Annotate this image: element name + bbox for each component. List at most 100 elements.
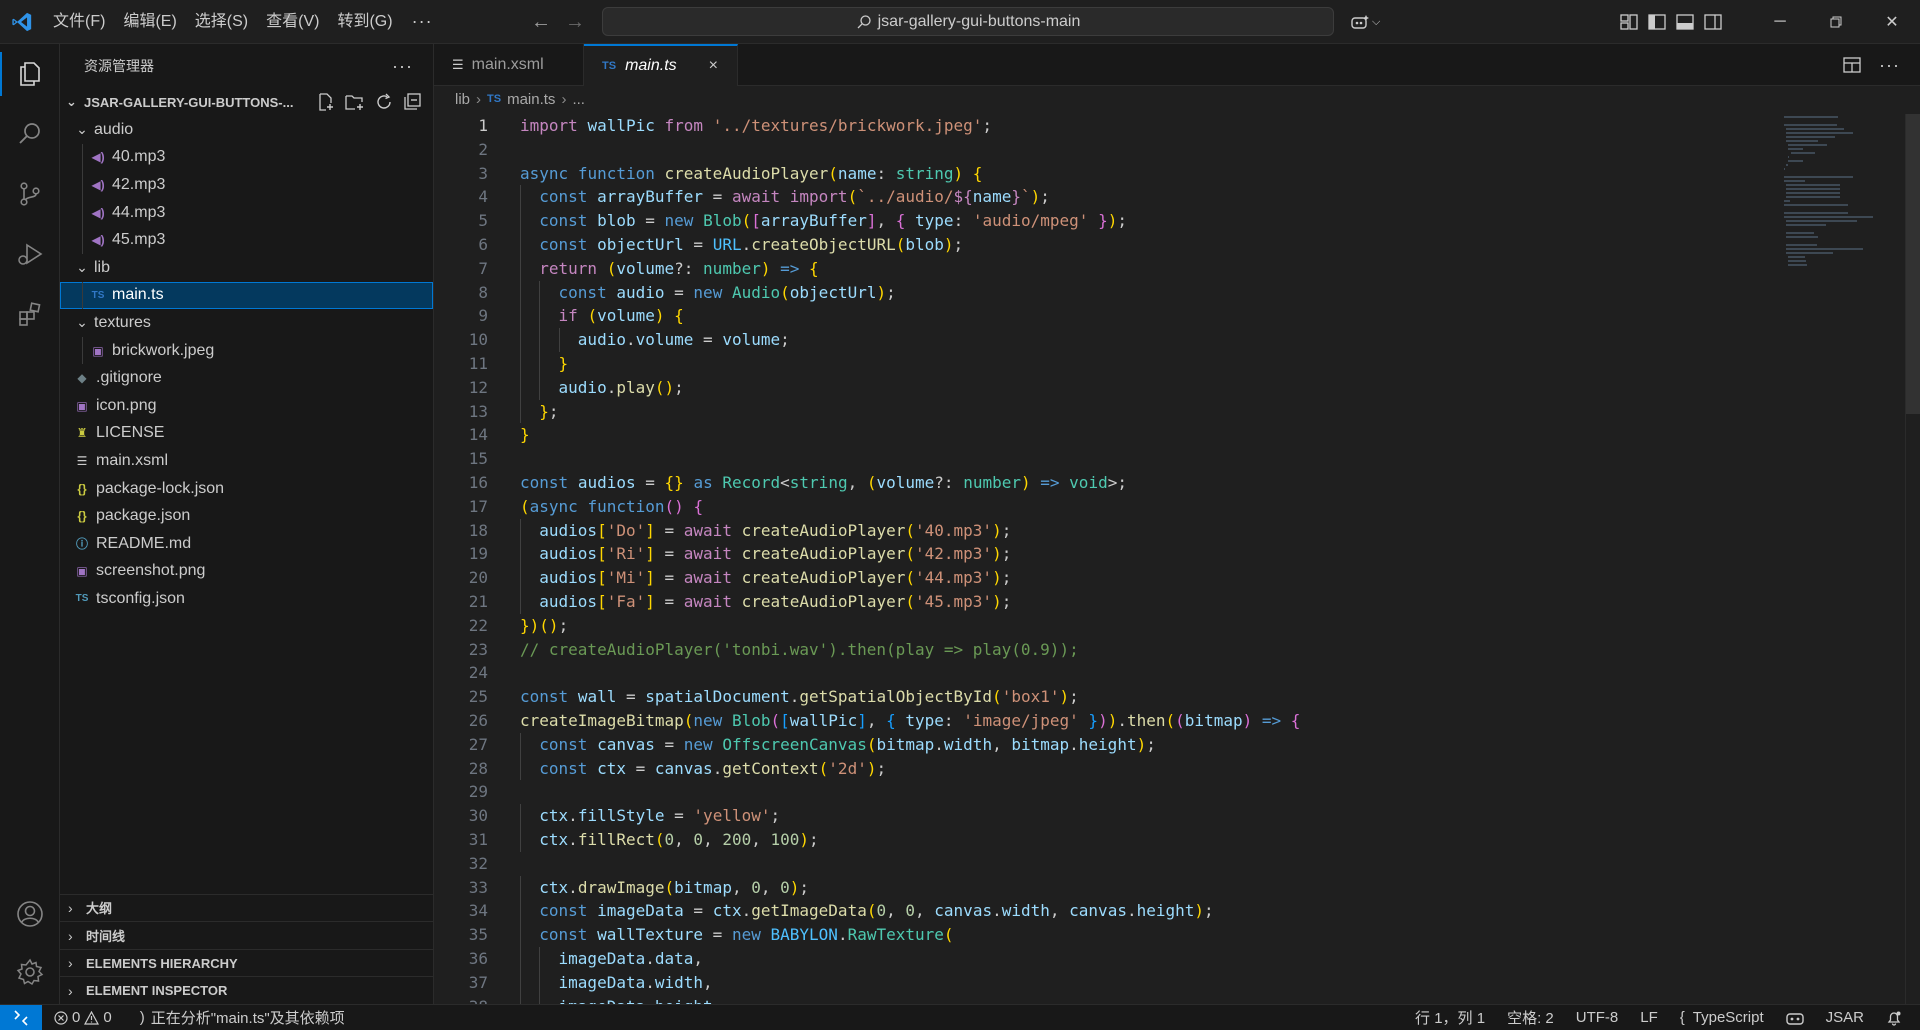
command-center-search[interactable]: jsar-gallery-gui-buttons-main: [602, 7, 1334, 36]
code-line[interactable]: 6 const objectUrl = URL.createObjectURL(…: [434, 233, 1774, 257]
toggle-primary-sidebar-icon[interactable]: [1648, 14, 1666, 30]
elements-hierarchy-section[interactable]: › ELEMENTS HIERARCHY: [60, 948, 434, 977]
explorer-view-button[interactable]: [0, 46, 60, 102]
copilot-button[interactable]: ⌵: [1350, 0, 1380, 44]
tree-file[interactable]: ◀) 44.mp3: [60, 198, 433, 227]
code-line[interactable]: 25 const wall = spatialDocument.getSpatia…: [434, 685, 1774, 709]
collapse-all-icon[interactable]: [403, 93, 421, 111]
accounts-button[interactable]: [0, 886, 60, 942]
tree-file[interactable]: ▣ screenshot.png: [60, 558, 433, 586]
indentation[interactable]: 空格: 2: [1507, 1007, 1554, 1028]
code-line[interactable]: 17 (async function() {: [434, 495, 1774, 519]
tree-folder[interactable]: ⌄ textures: [60, 309, 433, 337]
tree-folder[interactable]: ⌄ lib: [60, 254, 433, 282]
timeline-section[interactable]: › 时间线: [60, 921, 434, 949]
language-mode[interactable]: { TypeScript: [1680, 1009, 1764, 1026]
code-editor[interactable]: 1 import wallPic from '../textures/brickw…: [434, 114, 1920, 1004]
menu-more-button[interactable]: ···: [402, 11, 443, 32]
toggle-secondary-sidebar-icon[interactable]: [1704, 14, 1722, 30]
code-line[interactable]: 38 imageData.height,: [434, 994, 1774, 1004]
toggle-panel-icon[interactable]: [1676, 14, 1694, 30]
element-inspector-section[interactable]: › ELEMENT INSPECTOR: [60, 976, 434, 1004]
code-line[interactable]: 22})();: [434, 614, 1774, 638]
code-line[interactable]: 1 import wallPic from '../textures/brickw…: [434, 114, 1774, 138]
code-line[interactable]: 16 const audios = {} as Record<string, (v…: [434, 471, 1774, 495]
code-line[interactable]: 21 audios['Fa'] = await createAudioPlaye…: [434, 590, 1774, 614]
tree-file[interactable]: ☰ main.xsml: [60, 447, 433, 475]
tab-main-xsml[interactable]: ☰ main.xsml: [434, 44, 584, 86]
code-line[interactable]: 7 return (volume?: number) => {: [434, 256, 1774, 281]
code-line[interactable]: 27 const canvas = new OffscreenCanvas(bi…: [434, 732, 1774, 757]
forward-arrow-icon[interactable]: →: [564, 11, 586, 34]
breadcrumb-file[interactable]: main.ts: [507, 91, 555, 108]
tree-file[interactable]: ▣ icon.png: [60, 392, 433, 420]
code-line[interactable]: 13 };: [434, 399, 1774, 424]
run-debug-view-button[interactable]: [0, 226, 60, 282]
editor-more-button[interactable]: ···: [1879, 55, 1900, 76]
breadcrumb-symbol[interactable]: ...: [572, 91, 585, 108]
extensions-view-button[interactable]: [0, 286, 60, 342]
code-line[interactable]: 31 ctx.fillRect(0, 0, 200, 100);: [434, 828, 1774, 852]
manage-settings-button[interactable]: [0, 944, 60, 1000]
new-folder-icon[interactable]: [345, 93, 365, 111]
code-line[interactable]: 15: [434, 447, 1774, 471]
cursor-position[interactable]: 行 1，列 1: [1415, 1007, 1485, 1028]
code-line[interactable]: 35 const wallTexture = new BABYLON.RawTe…: [434, 923, 1774, 947]
code-line[interactable]: 33 ctx.drawImage(bitmap, 0, 0);: [434, 875, 1774, 900]
code-line[interactable]: 37 imageData.width,: [434, 970, 1774, 995]
notifications-bell-icon[interactable]: [1886, 1010, 1902, 1026]
code-line[interactable]: 26 createImageBitmap(new Blob([wallPic], …: [434, 709, 1774, 733]
code-line[interactable]: 28 const ctx = canvas.getContext('2d');: [434, 756, 1774, 781]
code-line[interactable]: 19 audios['Ri'] = await createAudioPlaye…: [434, 542, 1774, 567]
tree-file[interactable]: ◀) 45.mp3: [60, 226, 433, 254]
tree-file[interactable]: ◀) 40.mp3: [60, 143, 433, 172]
code-line[interactable]: 10 audio.volume = volume;: [434, 328, 1774, 352]
code-line[interactable]: 5 const blob = new Blob([arrayBuffer], {…: [434, 209, 1774, 233]
tree-file[interactable]: ♜ LICENSE: [60, 420, 433, 448]
tree-file[interactable]: ◀) 42.mp3: [60, 171, 433, 199]
close-tab-icon[interactable]: ×: [709, 57, 718, 75]
code-line[interactable]: 32: [434, 852, 1774, 876]
tab-main-ts[interactable]: TS main.ts ×: [584, 44, 738, 86]
tree-file[interactable]: TS tsconfig.json: [60, 585, 433, 613]
code-line[interactable]: 20 audios['Mi'] = await createAudioPlaye…: [434, 566, 1774, 590]
back-arrow-icon[interactable]: ←: [530, 11, 552, 34]
encoding[interactable]: UTF-8: [1576, 1009, 1619, 1026]
tree-folder[interactable]: ⌄ audio: [60, 116, 433, 144]
code-line[interactable]: 12 audio.play();: [434, 375, 1774, 400]
code-line[interactable]: 3 async function createAudioPlayer(name: …: [434, 162, 1774, 186]
tree-file[interactable]: {} package-lock.json: [60, 475, 433, 503]
code-line[interactable]: 30 ctx.fillStyle = 'yellow';: [434, 804, 1774, 828]
tree-file[interactable]: ⓘ README.md: [60, 530, 433, 558]
menu-edit[interactable]: 编辑(E): [114, 0, 185, 44]
menu-go[interactable]: 转到(G): [328, 0, 401, 44]
breadcrumb-folder[interactable]: lib: [455, 91, 470, 108]
code-line[interactable]: 23 // createAudioPlayer('tonbi.wav').then…: [434, 638, 1774, 662]
tree-file[interactable]: TS main.ts: [60, 281, 433, 310]
explorer-more-button[interactable]: ···: [392, 56, 413, 77]
menu-view[interactable]: 查看(V): [257, 0, 328, 44]
code-line[interactable]: 4 const arrayBuffer = await import(`../a…: [434, 185, 1774, 210]
remote-indicator[interactable]: [0, 1004, 42, 1030]
code-line[interactable]: 24: [434, 661, 1774, 685]
tree-file[interactable]: ◆ .gitignore: [60, 364, 433, 392]
copilot-status-icon[interactable]: [1785, 1010, 1804, 1026]
end-of-line[interactable]: LF: [1640, 1009, 1658, 1026]
tree-file[interactable]: {} package.json: [60, 502, 433, 530]
code-line[interactable]: 9 if (volume) {: [434, 304, 1774, 329]
source-control-view-button[interactable]: [0, 166, 60, 222]
search-view-button[interactable]: [0, 106, 60, 162]
customize-layout-icon[interactable]: [1620, 14, 1638, 30]
close-window-button[interactable]: ✕: [1864, 0, 1920, 44]
outline-section[interactable]: › 大纲: [60, 893, 434, 922]
tree-file[interactable]: ▣ brickwork.jpeg: [60, 336, 433, 365]
code-line[interactable]: 11 }: [434, 352, 1774, 376]
minimize-button[interactable]: ─: [1752, 0, 1808, 44]
refresh-icon[interactable]: [375, 93, 393, 111]
problems-indicator[interactable]: 0 0: [54, 1009, 112, 1026]
jsar-status[interactable]: JSAR: [1826, 1009, 1864, 1026]
code-line[interactable]: 8 const audio = new Audio(objectUrl);: [434, 280, 1774, 305]
code-line[interactable]: 14}: [434, 423, 1774, 447]
menu-file[interactable]: 文件(F): [44, 0, 114, 44]
code-line[interactable]: 18 audios['Do'] = await createAudioPlaye…: [434, 518, 1774, 543]
